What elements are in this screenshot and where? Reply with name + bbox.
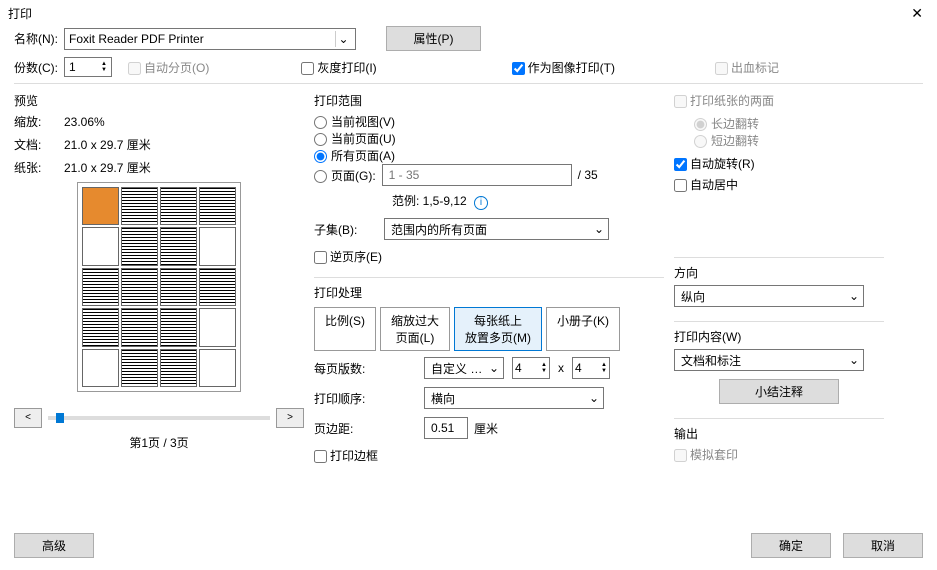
chevron-down-icon: ⌄ [335, 31, 351, 47]
chevron-down-icon: ⌄ [589, 391, 599, 405]
radio-flip-short: 短边翻转 [694, 134, 759, 148]
copies-label: 份数(C): [14, 59, 64, 76]
preview-heading: 预览 [14, 92, 304, 109]
chevron-down-icon: ⌄ [594, 222, 604, 236]
x-separator: x [558, 361, 564, 375]
title-bar: 打印 ✕ [0, 0, 937, 26]
subset-label: 子集(B): [314, 221, 384, 238]
printer-select[interactable]: Foxit Reader PDF Printer ⌄ [64, 28, 356, 50]
chevron-down-icon: ⌄ [849, 353, 859, 367]
doc-label: 文档: [14, 136, 64, 153]
preview-thumbnail [77, 182, 241, 392]
radio-current-view[interactable]: 当前视图(V) [314, 115, 395, 129]
auto-center-checkbox[interactable]: 自动居中 [674, 178, 738, 192]
info-icon[interactable]: i [474, 196, 488, 210]
paper-label: 纸张: [14, 159, 64, 176]
simulate-checkbox: 模拟套印 [674, 448, 738, 462]
properties-button[interactable]: 属性(P) [386, 26, 481, 51]
zoom-value: 23.06% [64, 115, 105, 129]
spinner-arrows-icon[interactable]: ▲▼ [101, 61, 107, 73]
per-sheet-y-spinner[interactable]: 4▲▼ [572, 357, 610, 379]
chevron-down-icon: ⌄ [849, 289, 859, 303]
cancel-button[interactable]: 取消 [843, 533, 923, 558]
order-select[interactable]: 横向⌄ [424, 387, 604, 409]
zoom-label: 缩放: [14, 113, 64, 130]
handling-heading: 打印处理 [314, 284, 664, 301]
radio-pages[interactable]: 页面(G): [314, 167, 376, 184]
pages-input[interactable] [382, 164, 572, 186]
copies-value: 1 [69, 60, 76, 74]
border-checkbox[interactable]: 打印边框 [314, 449, 378, 463]
close-icon[interactable]: ✕ [905, 5, 929, 22]
ok-button[interactable]: 确定 [751, 533, 831, 558]
orientation-heading: 方向 [674, 264, 884, 281]
chevron-down-icon: ⌄ [489, 361, 499, 375]
order-label: 打印顺序: [314, 390, 424, 407]
content-select[interactable]: 文档和标注⌄ [674, 349, 864, 371]
per-sheet-x-spinner[interactable]: 4▲▼ [512, 357, 550, 379]
next-page-button[interactable]: > [276, 408, 304, 428]
grayscale-checkbox[interactable]: 灰度打印(I) [301, 59, 376, 76]
copies-spinner[interactable]: 1 ▲▼ [64, 57, 112, 77]
tab-booklet[interactable]: 小册子(K) [546, 307, 620, 351]
margin-input[interactable] [424, 417, 468, 439]
printer-name-label: 名称(N): [14, 30, 64, 47]
radio-flip-long: 长边翻转 [694, 117, 759, 131]
auto-rotate-checkbox[interactable]: 自动旋转(R) [674, 157, 755, 171]
tab-size[interactable]: 比例(S) [314, 307, 376, 351]
per-sheet-label: 每页版数: [314, 360, 424, 377]
radio-current-page[interactable]: 当前页面(U) [314, 132, 396, 146]
prev-page-button[interactable]: < [14, 408, 42, 428]
tab-multi[interactable]: 每张纸上 放置多页(M) [454, 307, 542, 351]
margin-label: 页边距: [314, 420, 424, 437]
output-heading: 输出 [674, 425, 884, 442]
margin-unit: 厘米 [474, 420, 498, 437]
radio-all-pages[interactable]: 所有页面(A) [314, 149, 395, 163]
duplex-checkbox: 打印纸张的两面 [674, 94, 774, 108]
bleed-checkbox: 出血标记 [715, 59, 779, 76]
advanced-button[interactable]: 高级 [14, 533, 94, 558]
subset-select[interactable]: 范围内的所有页面⌄ [384, 218, 609, 240]
reverse-checkbox[interactable]: 逆页序(E) [314, 250, 382, 264]
doc-value: 21.0 x 29.7 厘米 [64, 136, 151, 153]
summarize-button[interactable]: 小结注释 [719, 379, 839, 404]
as-image-checkbox[interactable]: 作为图像打印(T) [512, 59, 615, 76]
window-title: 打印 [8, 5, 32, 22]
collate-checkbox: 自动分页(O) [128, 59, 209, 76]
content-heading: 打印内容(W) [674, 328, 884, 345]
tab-poster[interactable]: 缩放过大 页面(L) [380, 307, 450, 351]
printer-value: Foxit Reader PDF Printer [69, 32, 204, 46]
paper-value: 21.0 x 29.7 厘米 [64, 159, 151, 176]
range-heading: 打印范围 [314, 92, 664, 109]
orientation-select[interactable]: 纵向⌄ [674, 285, 864, 307]
page-info: 第1页 / 3页 [14, 434, 304, 451]
pages-example: 范例: 1,5-9,12 [392, 194, 467, 208]
pages-total: / 35 [578, 168, 598, 182]
page-slider[interactable] [48, 416, 270, 420]
per-sheet-select[interactable]: 自定义 …⌄ [424, 357, 504, 379]
